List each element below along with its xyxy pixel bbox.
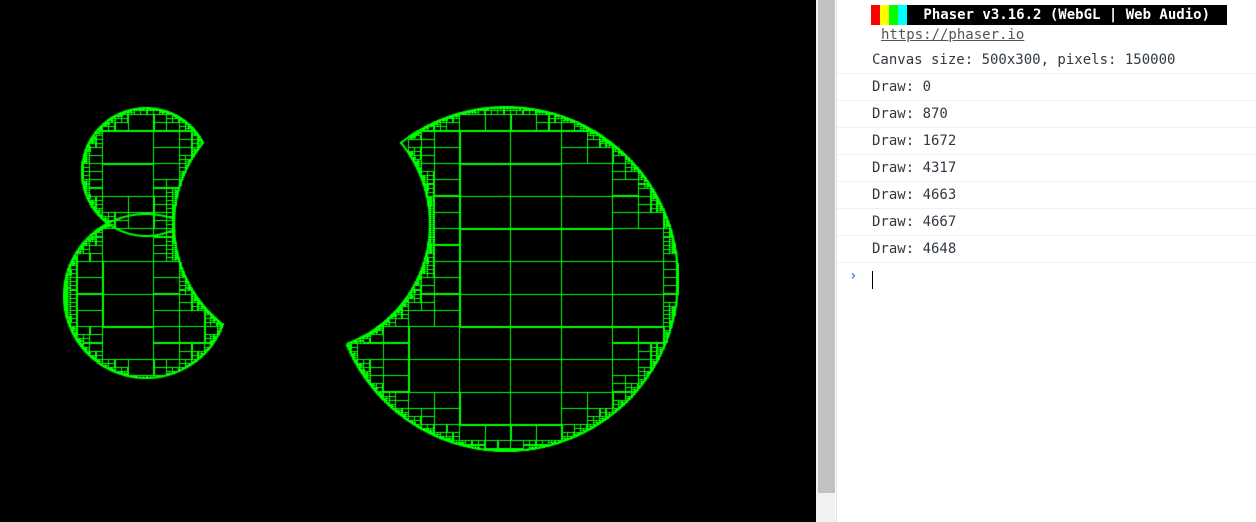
game-canvas[interactable] — [0, 0, 816, 522]
log-text: Draw: 4663 — [872, 187, 957, 203]
phaser-version-text: Phaser v3.16.2 (WebGL | Web Audio) — [907, 5, 1228, 25]
log-text: Draw: 0 — [872, 79, 932, 95]
chevron-right-icon: › — [849, 268, 858, 284]
log-text: Draw: 4317 — [872, 160, 957, 176]
log-line: Draw: 4663 — [837, 182, 1256, 209]
log-line: Draw: 1672 — [837, 128, 1256, 155]
log-text: Draw: 4667 — [872, 214, 957, 230]
log-line: Draw: 0 — [837, 74, 1256, 101]
console-input[interactable] — [872, 271, 1232, 289]
text-caret — [872, 271, 873, 289]
phaser-link-row: https://phaser.io — [881, 25, 1024, 45]
console-prompt[interactable]: › — [837, 266, 1256, 292]
banner-stripe-red — [871, 5, 880, 25]
log-line-canvas-info: Canvas size: 500x300, pixels: 150000 — [837, 47, 1256, 74]
phaser-link[interactable]: https://phaser.io — [881, 27, 1024, 43]
devtools-console: Phaser v3.16.2 (WebGL | Web Audio) https… — [836, 0, 1256, 522]
log-text: Canvas size: 500x300, pixels: 150000 — [872, 52, 1176, 68]
banner-stripe-yellow — [880, 5, 889, 25]
log-line: Draw: 4667 — [837, 209, 1256, 236]
game-canvas-area[interactable] — [0, 0, 816, 522]
scrollbar-thumb[interactable] — [818, 0, 835, 493]
log-text: Draw: 1672 — [872, 133, 957, 149]
banner-stripe-green — [889, 5, 898, 25]
phaser-banner: Phaser v3.16.2 (WebGL | Web Audio) — [871, 5, 1228, 25]
log-text: Draw: 4648 — [872, 241, 957, 257]
log-line: Draw: 4648 — [837, 236, 1256, 263]
log-text: Draw: 870 — [872, 106, 948, 122]
log-line: Draw: 870 — [837, 101, 1256, 128]
log-line: Draw: 4317 — [837, 155, 1256, 182]
banner-stripe-cyan — [898, 5, 907, 25]
